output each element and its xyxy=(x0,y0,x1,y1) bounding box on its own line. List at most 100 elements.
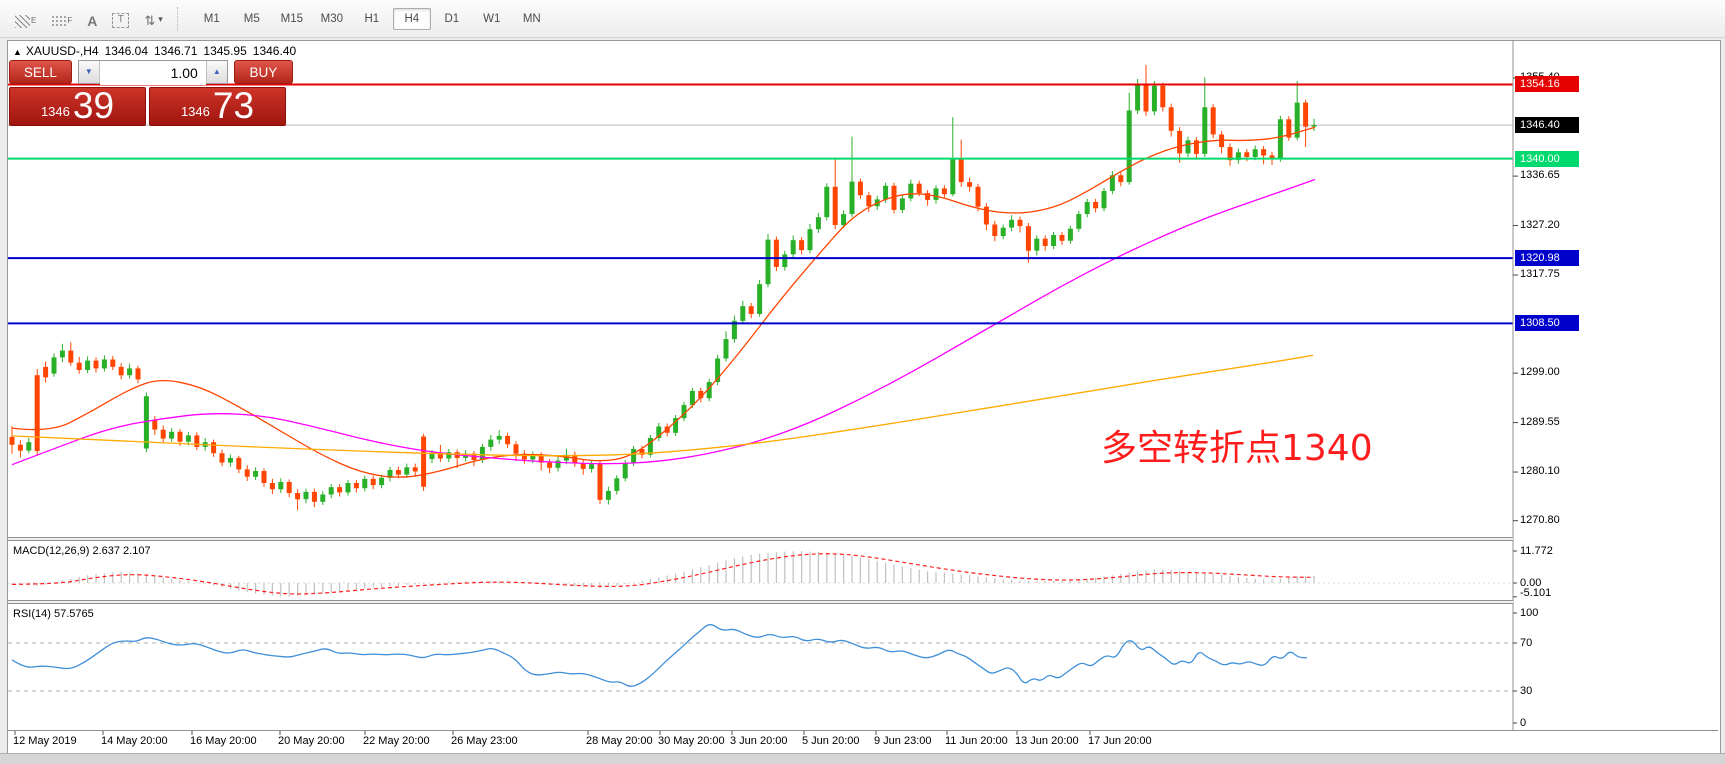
candle xyxy=(270,479,275,494)
candle xyxy=(60,344,65,362)
candle xyxy=(1160,83,1165,112)
candle xyxy=(472,451,477,466)
candle xyxy=(110,356,115,370)
candle xyxy=(220,450,225,467)
candle xyxy=(589,461,594,473)
candle xyxy=(1186,137,1191,157)
candle xyxy=(497,430,502,444)
candle xyxy=(404,464,409,478)
candle xyxy=(94,357,99,372)
candle xyxy=(740,301,745,325)
candle xyxy=(287,479,292,497)
candle xyxy=(757,280,762,317)
candle xyxy=(942,185,947,198)
candle xyxy=(1211,104,1216,138)
candle xyxy=(833,158,838,230)
sell-button[interactable]: SELL xyxy=(9,60,72,84)
sell-price-main: 1346 xyxy=(41,104,70,119)
candle xyxy=(1303,100,1308,148)
candle xyxy=(614,475,619,494)
candle xyxy=(1202,78,1207,158)
candle xyxy=(1228,143,1233,166)
candle xyxy=(346,480,351,496)
candle xyxy=(446,449,451,462)
candle xyxy=(1018,217,1023,233)
candle xyxy=(724,331,729,361)
candle xyxy=(127,364,132,379)
candle xyxy=(136,366,141,383)
candle xyxy=(1085,199,1090,217)
candle xyxy=(1110,171,1115,194)
candle xyxy=(824,183,829,220)
candle xyxy=(10,426,15,454)
buy-price-display[interactable]: 1346 73 xyxy=(149,87,286,126)
candle xyxy=(102,355,107,371)
candle xyxy=(144,393,149,453)
high-value: 1346.71 xyxy=(154,44,197,58)
candle xyxy=(1068,226,1073,244)
candle xyxy=(598,461,603,504)
macd-panel-label: MACD(12,26,9) 2.637 2.107 xyxy=(13,545,151,557)
rsi-panel-label: RSI(14) 57.5765 xyxy=(13,608,94,620)
candle xyxy=(52,353,57,377)
volume-decrease-button[interactable]: ▼ xyxy=(79,61,100,83)
candle xyxy=(934,185,939,203)
candle xyxy=(1194,137,1199,160)
candle xyxy=(371,476,376,490)
candle xyxy=(119,363,124,379)
candle xyxy=(732,316,737,343)
sell-price-pips: 39 xyxy=(73,87,114,124)
candle xyxy=(194,432,199,450)
candle xyxy=(1093,199,1098,213)
candle xyxy=(967,177,972,191)
sell-price-display[interactable]: 1346 39 xyxy=(9,87,146,126)
candle xyxy=(211,440,216,457)
candle xyxy=(337,484,342,497)
candle xyxy=(1127,93,1132,185)
candle xyxy=(656,423,661,441)
candle xyxy=(1219,131,1224,154)
candle xyxy=(362,476,367,492)
volume-input[interactable] xyxy=(100,61,206,85)
candle xyxy=(900,195,905,213)
candle xyxy=(959,140,964,187)
candle xyxy=(262,468,267,486)
candle xyxy=(1261,146,1266,164)
candle xyxy=(18,440,23,457)
window-bottom-strip xyxy=(0,753,1725,764)
candle xyxy=(892,183,897,214)
candle xyxy=(388,467,393,482)
candle xyxy=(808,224,813,253)
collapse-arrow-icon[interactable]: ▲ xyxy=(13,47,22,57)
candle xyxy=(1043,236,1048,251)
chart-ohlc-header: ▲XAUUSD-,H41346.041346.711345.951346.40 xyxy=(13,44,302,58)
candle xyxy=(329,484,334,498)
candle xyxy=(236,456,241,473)
candle xyxy=(1034,236,1039,256)
buy-button[interactable]: BUY xyxy=(234,60,293,84)
candle xyxy=(278,478,283,493)
candle xyxy=(77,357,82,374)
macd-signal-line xyxy=(12,554,1314,594)
candle xyxy=(35,369,40,456)
buy-price-main: 1346 xyxy=(181,104,210,119)
candle xyxy=(1144,65,1149,116)
volume-increase-button[interactable]: ▲ xyxy=(206,61,227,83)
candle xyxy=(791,236,796,259)
candle xyxy=(1177,127,1182,163)
candle xyxy=(556,457,561,472)
candle xyxy=(774,237,779,272)
candle xyxy=(749,303,754,318)
volume-stepper: ▼ ▲ xyxy=(78,60,228,84)
candle xyxy=(1060,232,1065,245)
candle xyxy=(858,179,863,199)
candle xyxy=(908,180,913,202)
candle xyxy=(505,433,510,448)
candle xyxy=(648,435,653,458)
candle xyxy=(606,487,611,505)
candle xyxy=(245,465,250,481)
candle xyxy=(673,415,678,436)
candle xyxy=(984,203,989,230)
candle xyxy=(68,342,73,366)
symbol-label: XAUUSD-,H4 xyxy=(26,44,99,58)
